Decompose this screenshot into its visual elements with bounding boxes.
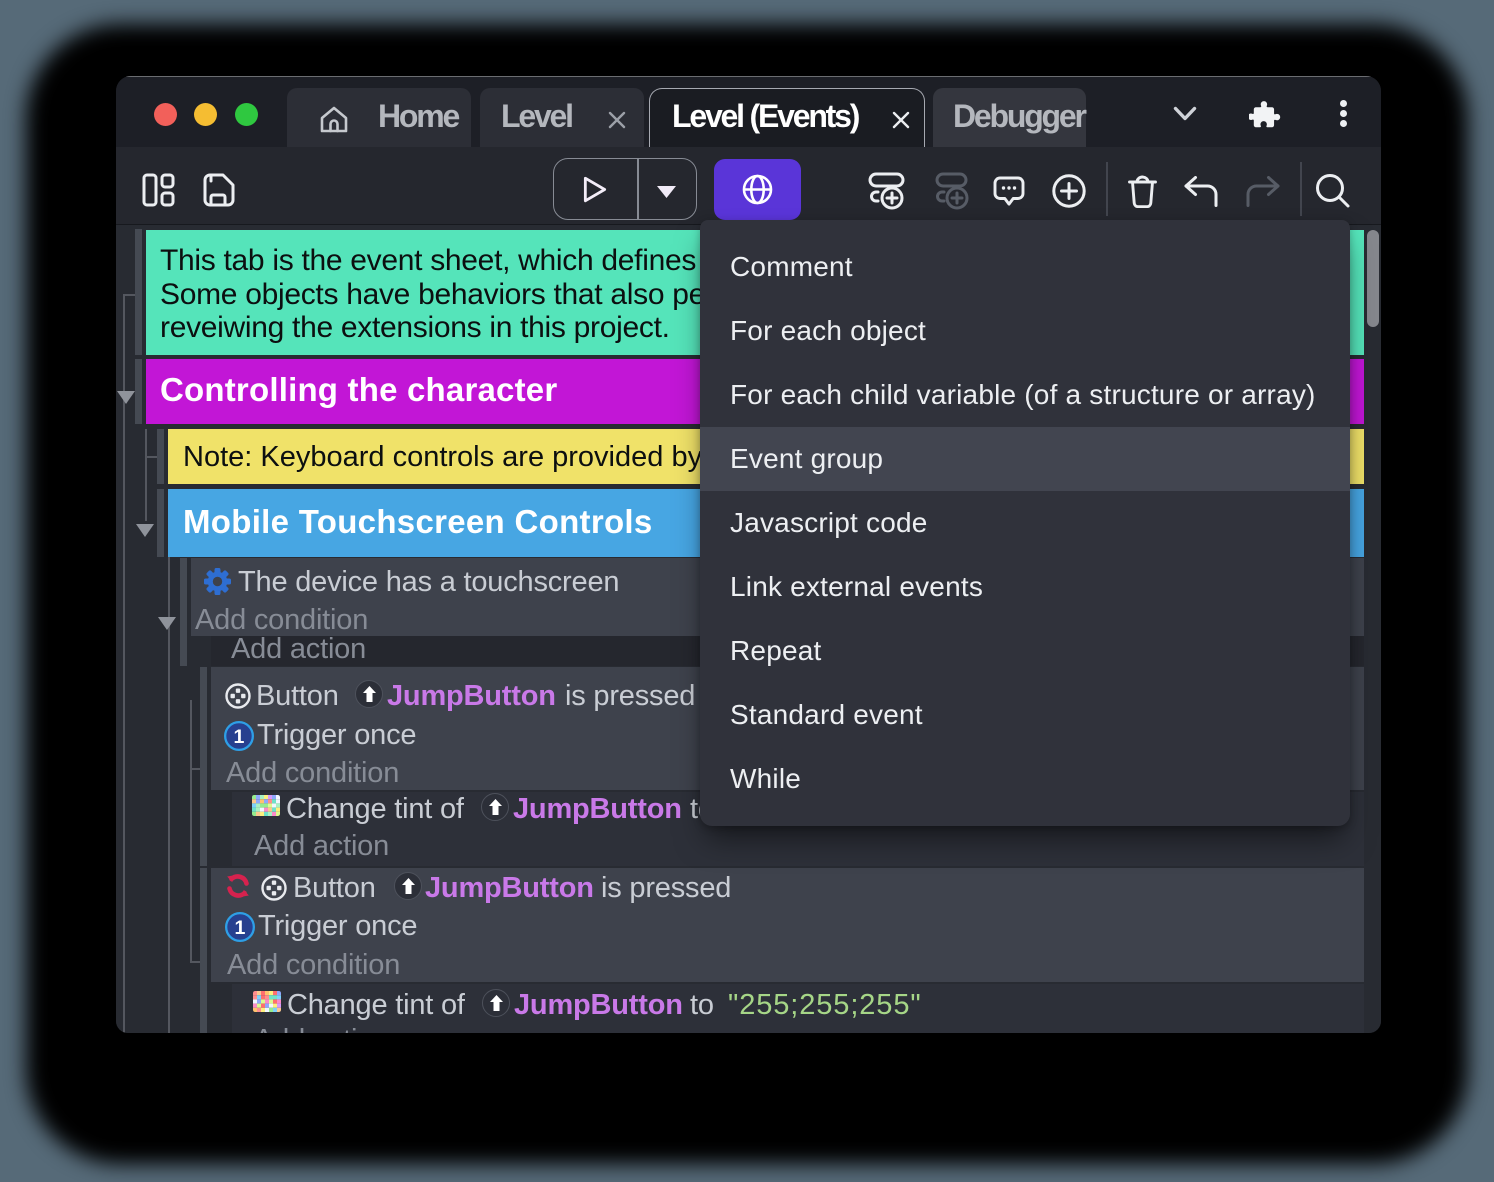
svg-text:1: 1 <box>235 917 246 939</box>
svg-text:1: 1 <box>234 726 245 748</box>
